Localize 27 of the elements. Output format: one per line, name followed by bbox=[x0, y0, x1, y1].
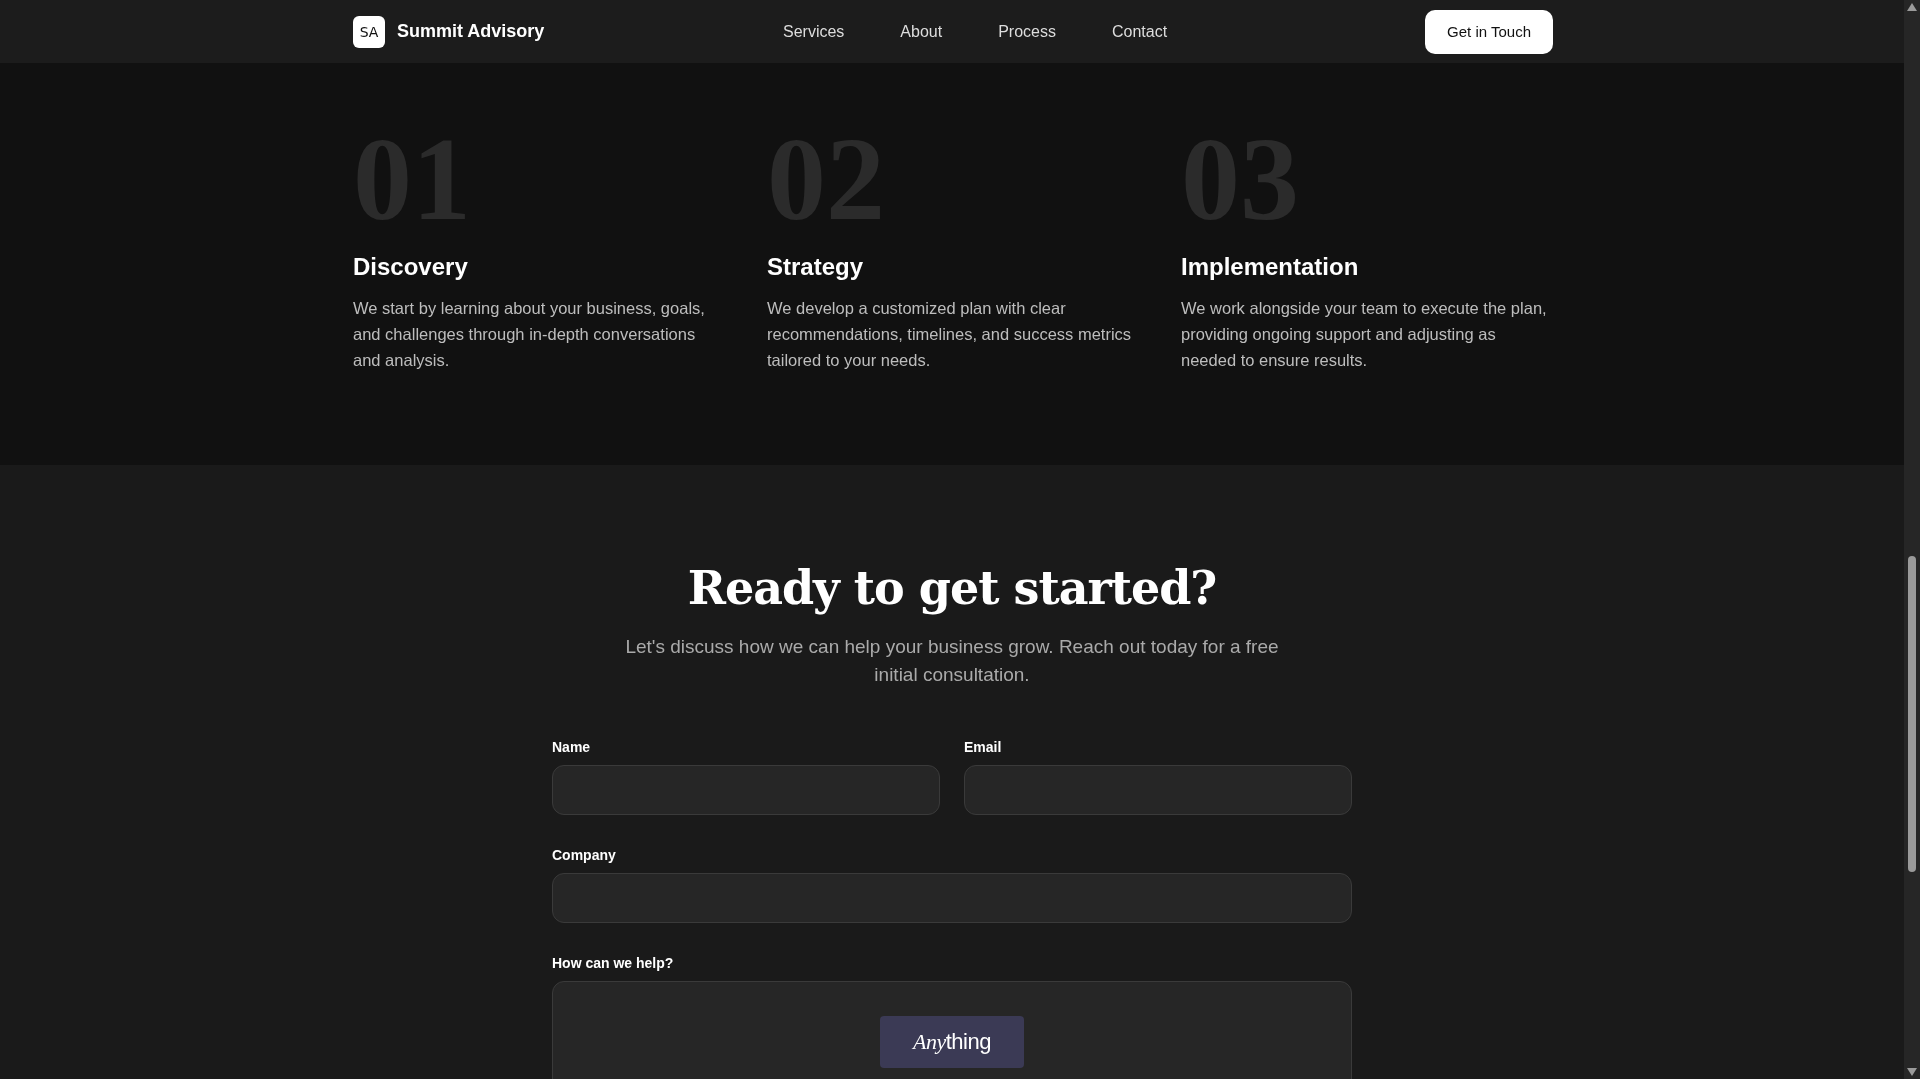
scroll-down-icon[interactable] bbox=[1907, 1068, 1917, 1076]
nav-link[interactable]: Process bbox=[998, 22, 1056, 41]
scroll-up-icon[interactable] bbox=[1907, 3, 1917, 11]
field-label: How can we help? bbox=[552, 955, 675, 971]
input-field[interactable] bbox=[552, 873, 1352, 923]
get-in-touch-button[interactable]: Get in Touch bbox=[1425, 9, 1553, 54]
field-label: Name bbox=[552, 739, 592, 755]
scrollbar[interactable] bbox=[1904, 0, 1920, 1079]
logo-mark[interactable]: SA bbox=[353, 15, 385, 48]
field-label: Email bbox=[964, 739, 1003, 755]
step-title: Discovery bbox=[353, 253, 468, 281]
input-field[interactable] bbox=[552, 765, 940, 815]
anything-badge[interactable]: Anything bbox=[880, 1016, 1024, 1068]
step-title: Implementation bbox=[1181, 253, 1359, 281]
section-subtitle: Let's discuss how we can help your business grow. Reach out today for a free initial consultation. bbox=[624, 635, 1280, 687]
step-title: Strategy bbox=[767, 253, 864, 281]
nav-link[interactable]: Contact bbox=[1111, 22, 1168, 41]
nav-link[interactable]: About bbox=[900, 22, 943, 41]
input-field[interactable] bbox=[964, 765, 1352, 815]
section-heading: Ready to get started? bbox=[687, 561, 1217, 615]
nav-link[interactable]: Services bbox=[783, 22, 845, 41]
scrollbar-thumb[interactable] bbox=[1908, 556, 1916, 872]
field-label: Company bbox=[552, 847, 617, 863]
step-description: We develop a customized plan with clear recommendations, timelines, and success metrics tailored to your needs. bbox=[767, 298, 1133, 371]
step-description: We work alongside your team to execute the plan, providing ongoing support and adjusting as needed to ensure results. bbox=[1181, 298, 1548, 371]
brand-name[interactable]: Summit Advisory bbox=[397, 21, 545, 42]
step-description: We start by learning about your business, goals, and challenges through in-depth conversations and analysis. bbox=[353, 298, 706, 371]
